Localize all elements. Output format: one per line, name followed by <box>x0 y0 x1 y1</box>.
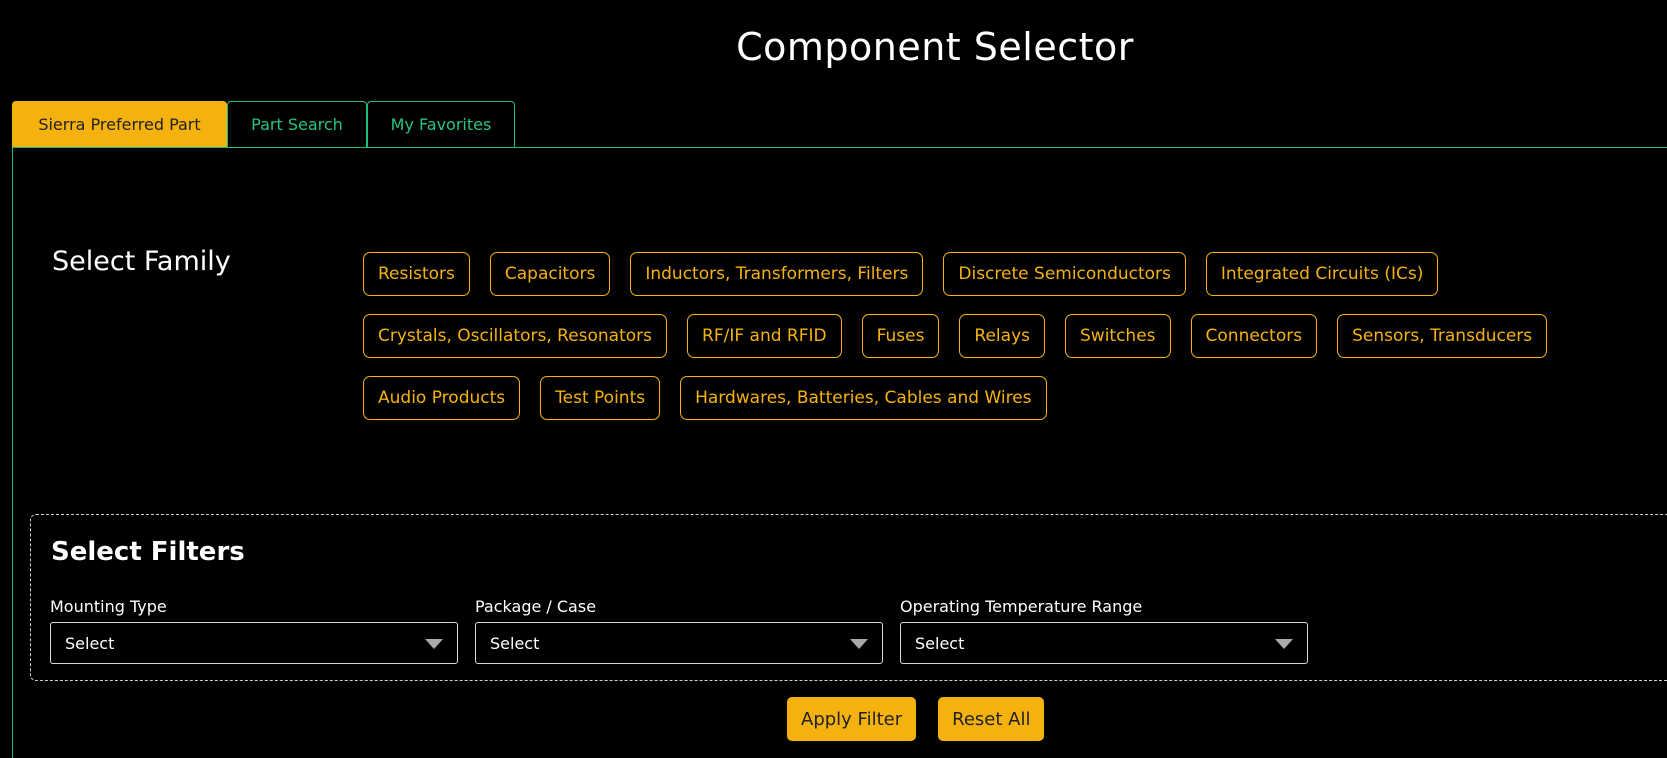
tab-sierra-preferred-part[interactable]: Sierra Preferred Part <box>12 101 227 147</box>
filter-label: Mounting Type <box>50 597 167 616</box>
select-value: Select <box>490 633 540 653</box>
filter-actions: Apply Filter Reset All <box>787 697 1045 741</box>
family-chip-resistors[interactable]: Resistors <box>363 252 470 296</box>
filter-mounting-type: Mounting Type Select <box>50 597 460 664</box>
page: Component Selector Sierra Preferred Part… <box>0 0 1667 758</box>
select-family-label: Select Family <box>52 246 231 277</box>
family-chip-audio-products[interactable]: Audio Products <box>363 376 521 420</box>
filter-operating-temperature: Operating Temperature Range Select <box>900 597 1310 664</box>
select-filters-title: Select Filters <box>51 537 245 567</box>
reset-all-button[interactable]: Reset All <box>938 697 1045 741</box>
family-chip-inductors[interactable]: Inductors, Transformers, Filters <box>630 252 924 296</box>
caret-down-icon <box>850 639 868 649</box>
family-chip-list: Resistors Capacitors Inductors, Transfor… <box>363 252 1667 420</box>
tab-my-favorites[interactable]: My Favorites <box>367 101 515 147</box>
apply-filter-button[interactable]: Apply Filter <box>787 697 917 741</box>
family-chip-test-points[interactable]: Test Points <box>540 376 661 420</box>
filter-label: Package / Case <box>475 597 597 616</box>
family-chip-crystals[interactable]: Crystals, Oscillators, Resonators <box>363 314 668 358</box>
filters-section: Select Filters Mounting Type Select Pack… <box>30 514 1667 681</box>
filter-label: Operating Temperature Range <box>900 597 1143 616</box>
family-chip-relays[interactable]: Relays <box>959 314 1045 358</box>
select-value: Select <box>65 633 115 653</box>
package-case-select[interactable]: Select <box>475 622 883 664</box>
tab-panel: Select Family Resistors Capacitors Induc… <box>12 147 1667 758</box>
mounting-type-select[interactable]: Select <box>50 622 458 664</box>
family-chip-discrete-semiconductors[interactable]: Discrete Semiconductors <box>943 252 1186 296</box>
tab-part-search[interactable]: Part Search <box>227 101 367 147</box>
family-chip-capacitors[interactable]: Capacitors <box>489 252 611 296</box>
select-value: Select <box>915 633 965 653</box>
caret-down-icon <box>1275 639 1293 649</box>
operating-temperature-select[interactable]: Select <box>900 622 1308 664</box>
tab-bar: Sierra Preferred Part Part Search My Fav… <box>12 101 515 147</box>
family-chip-sensors[interactable]: Sensors, Transducers <box>1337 314 1548 358</box>
family-chip-fuses[interactable]: Fuses <box>861 314 940 358</box>
family-chip-integrated-circuits[interactable]: Integrated Circuits (ICs) <box>1205 252 1439 296</box>
family-chip-rf-rfid[interactable]: RF/IF and RFID <box>687 314 842 358</box>
filter-package-case: Package / Case Select <box>475 597 885 664</box>
page-title: Component Selector <box>736 25 1134 69</box>
family-chip-connectors[interactable]: Connectors <box>1190 314 1318 358</box>
caret-down-icon <box>425 639 443 649</box>
family-chip-hardwares[interactable]: Hardwares, Batteries, Cables and Wires <box>680 376 1047 420</box>
family-chip-switches[interactable]: Switches <box>1065 314 1171 358</box>
